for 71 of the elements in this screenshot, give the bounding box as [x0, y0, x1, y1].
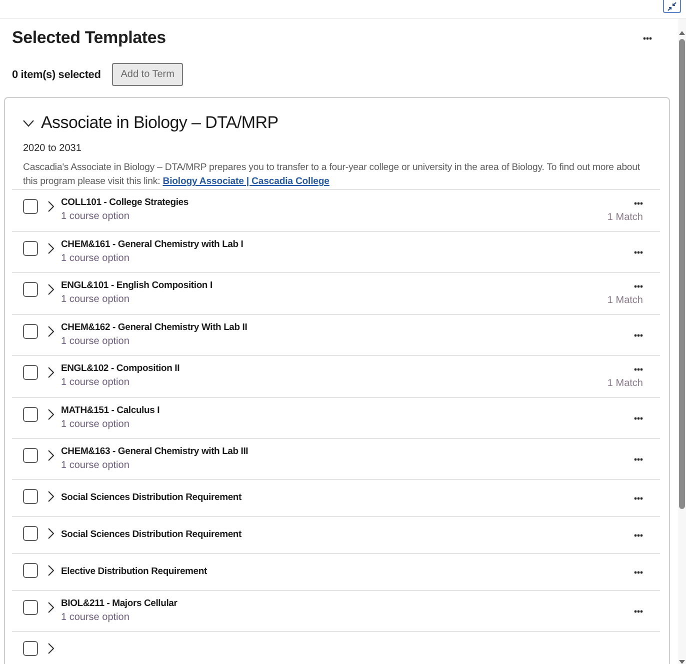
chevron-right-icon[interactable]	[48, 367, 54, 378]
more-icon[interactable]	[634, 458, 643, 460]
course-option-count: 1 course option	[61, 611, 130, 625]
scrollbar-thumb[interactable]	[679, 39, 685, 509]
checkbox[interactable]	[23, 563, 38, 578]
more-icon[interactable]	[634, 416, 643, 420]
chevron-right-icon[interactable]	[48, 201, 54, 212]
match-count: 1 Match	[607, 294, 643, 308]
more-icon[interactable]	[634, 496, 643, 500]
course-option-count: 1 course option	[61, 210, 130, 224]
more-icon[interactable]	[634, 368, 643, 371]
requirement-title[interactable]: CHEM&163 - General Chemistry with Lab III	[61, 445, 248, 459]
more-icon[interactable]	[643, 36, 652, 40]
scroll-up-arrow-icon[interactable]	[679, 31, 685, 35]
checkbox[interactable]	[23, 324, 38, 339]
checkbox[interactable]	[23, 282, 38, 297]
more-icon[interactable]	[634, 285, 643, 288]
more-icon[interactable]	[634, 534, 643, 536]
requirement-title[interactable]: COLL101 - College Strategies	[61, 196, 188, 210]
requirement-title[interactable]: BIOL&211 - Majors Cellular	[61, 597, 178, 611]
requirement-title[interactable]: Social Sciences Distribution Requirement	[61, 491, 242, 505]
chevron-right-icon[interactable]	[48, 284, 54, 295]
course-option-count: 1 course option	[61, 459, 130, 473]
checkbox[interactable]	[23, 199, 38, 214]
more-icon[interactable]	[634, 610, 643, 612]
match-count: 1 Match	[607, 211, 643, 225]
scroll-down-arrow-icon[interactable]	[679, 660, 685, 664]
chevron-right-icon[interactable]	[48, 643, 54, 654]
more-icon[interactable]	[634, 570, 643, 574]
program-years: 2020 to 2031	[22, 142, 82, 156]
course-option-count: 1 course option	[61, 376, 130, 390]
more-icon[interactable]	[634, 202, 643, 205]
chevron-right-icon[interactable]	[48, 409, 54, 420]
checkbox[interactable]	[23, 600, 38, 615]
more-icon[interactable]	[634, 334, 643, 336]
checkbox[interactable]	[23, 407, 38, 422]
collapse-button[interactable]	[663, 0, 681, 13]
requirement-title[interactable]: CHEM&162 - General Chemistry With Lab II	[61, 321, 248, 335]
requirement-title[interactable]: ENGL&101 - English Composition I	[61, 279, 212, 293]
checkbox[interactable]	[23, 241, 38, 256]
program-link[interactable]: Biology Associate | Cascadia College	[162, 176, 330, 187]
scrollbar[interactable]	[678, 19, 686, 664]
panel-title: Selected Templates	[12, 27, 166, 49]
match-count: 1 Match	[607, 377, 643, 391]
requirement-title[interactable]: ENGL&102 - Composition II	[61, 362, 180, 376]
checkbox[interactable]	[23, 641, 38, 656]
checkbox[interactable]	[23, 489, 38, 504]
course-option-count: 1 course option	[61, 418, 130, 432]
chevron-right-icon[interactable]	[48, 602, 54, 613]
requirement-title[interactable]: Elective Distribution Requirement	[61, 565, 207, 579]
program-title: Associate in Biology – DTA/MRP	[41, 112, 278, 134]
checkbox[interactable]	[23, 526, 38, 541]
requirement-title[interactable]: CHEM&161 - General Chemistry with Lab I	[61, 238, 244, 252]
course-option-count: 1 course option	[61, 293, 130, 307]
chevron-right-icon[interactable]	[48, 491, 54, 502]
more-icon[interactable]	[634, 250, 643, 254]
chevron-right-icon[interactable]	[48, 326, 54, 337]
course-option-count: 1 course option	[61, 335, 130, 349]
chevron-right-icon[interactable]	[48, 528, 54, 539]
checkbox[interactable]	[23, 365, 38, 380]
chevron-down-icon[interactable]	[23, 120, 34, 126]
requirement-title[interactable]: MATH&151 - Calculus I	[61, 404, 160, 418]
checkbox[interactable]	[23, 448, 38, 463]
course-option-count: 1 course option	[61, 252, 130, 266]
arrows-inward-icon	[667, 2, 677, 10]
requirement-title[interactable]: Social Sciences Distribution Requirement	[61, 528, 242, 542]
selection-count: 0 item(s) selected	[12, 68, 101, 80]
program-description: Cascadia's Associate in Biology – DTA/MRP prepares you to transfer to a four-year college or university in the area of Biology. To find out more about this program please visit this link: Biology Associate | Cascadia College	[23, 161, 641, 189]
chevron-right-icon[interactable]	[48, 243, 54, 254]
chevron-right-icon[interactable]	[48, 565, 54, 576]
chevron-right-icon[interactable]	[48, 450, 54, 461]
